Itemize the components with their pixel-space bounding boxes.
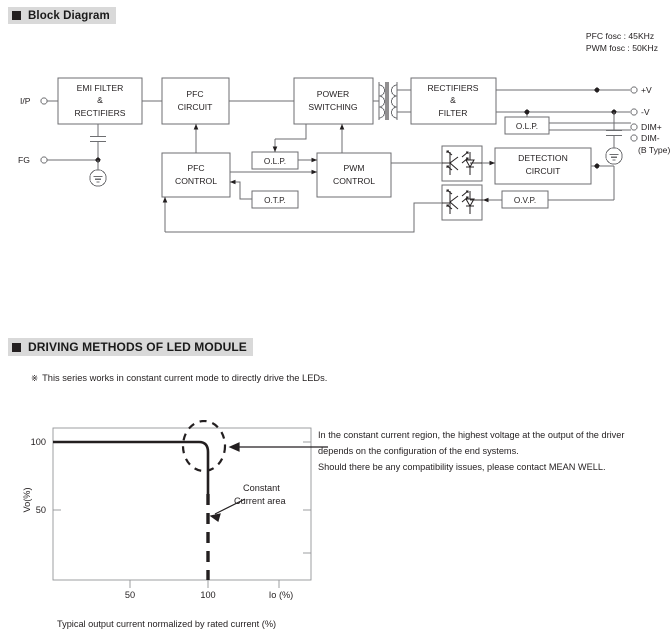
- chart-caption: Typical output current normalized by rat…: [57, 619, 277, 629]
- oscillator-frequency-note: PFC fosc : 45KHz PWM fosc : 50KHz: [586, 30, 658, 55]
- terminal-label-plus-v: +V: [641, 85, 652, 95]
- block-label-emi-line3: RECTIFIERS: [74, 108, 125, 118]
- block-pfc-circuit: [161, 77, 230, 125]
- terminal-label-ip: I/P: [20, 96, 31, 106]
- terminal-label-b-type-note: (B Type): [638, 145, 670, 155]
- block-label-power-switching-line1: POWER: [317, 89, 349, 99]
- block-label-pfc-circuit-line2: CIRCUIT: [178, 102, 214, 112]
- block-label-pfc-control-line1: PFC: [187, 163, 204, 173]
- datasheet-page: Block Diagram PFC fosc : 45KHz PWM fosc …: [0, 0, 670, 641]
- ytick-label-50: 50: [36, 505, 46, 515]
- terminal-minus-v: [630, 108, 638, 116]
- section-title-block-diagram: Block Diagram: [28, 9, 110, 22]
- explanation-line-1: In the constant current region, the high…: [318, 430, 625, 440]
- terminal-label-fg: FG: [18, 155, 30, 165]
- block-label-emi-line1: EMI FILTER: [77, 83, 124, 93]
- cc-area-label-line1: Constant: [243, 483, 280, 493]
- block-label-emi-line2: &: [97, 95, 103, 105]
- block-label-rectifiers-line2: &: [450, 95, 456, 105]
- block-label-rectifiers-line3: FILTER: [439, 108, 468, 118]
- terminal-plus-v: [630, 86, 638, 94]
- block-label-otp: O.T.P.: [264, 196, 286, 205]
- block-label-olp-left: O.L.P.: [264, 157, 286, 166]
- chart-ylabel: Vo(%): [22, 487, 32, 512]
- xtick-label-50: 50: [125, 590, 135, 600]
- block-pwm-control: [316, 152, 392, 198]
- block-pfc-control: [161, 152, 231, 198]
- block-label-olp-right: O.L.P.: [516, 122, 538, 131]
- ytick-label-100: 100: [31, 437, 46, 447]
- cc-area-label-line2: Current area: [234, 496, 286, 506]
- explanation-line-2: depends on the configuration of the end …: [318, 445, 519, 456]
- square-bullet-icon: [12, 11, 21, 20]
- vi-curve-chart: 100 50 50 100 Io (%) Vo(%) Constant Curr…: [22, 420, 328, 600]
- pfc-fosc-label: PFC fosc : 45KHz: [585, 31, 655, 41]
- terminal-label-dim-minus: DIM-: [641, 133, 660, 143]
- block-label-detection-line1: DETECTION: [518, 153, 568, 163]
- reference-mark-icon: ※: [31, 373, 39, 383]
- section-header-driving-methods: DRIVING METHODS OF LED MODULE: [8, 338, 253, 356]
- terminal-label-dim-plus: DIM+: [641, 122, 662, 132]
- terminal-label-minus-v: -V: [641, 107, 650, 117]
- block-label-ovp: O.V.P.: [514, 196, 536, 205]
- explanation-line-3: Should there be any compatibility issues…: [318, 461, 606, 472]
- block-label-pfc-control-line2: CONTROL: [175, 176, 217, 186]
- block-label-detection-line2: CIRCUIT: [526, 166, 562, 176]
- block-label-pfc-circuit-line1: PFC: [186, 89, 203, 99]
- driving-mode-note-text: This series works in constant current mo…: [42, 373, 328, 383]
- xtick-label-100: 100: [200, 590, 215, 600]
- block-label-pwm-control-line2: CONTROL: [333, 176, 375, 186]
- constant-current-explanation: In the constant current region, the high…: [318, 428, 662, 475]
- block-label-power-switching-line2: SWITCHING: [308, 102, 357, 112]
- section-title-driving-methods: DRIVING METHODS OF LED MODULE: [28, 340, 247, 354]
- block-diagram-figure: EMI FILTER & RECTIFIERS PFC CIRCUIT POWE…: [18, 77, 670, 233]
- terminal-dim-plus: [630, 123, 638, 131]
- terminal-fg: [40, 156, 48, 164]
- block-power-switching: [293, 77, 374, 125]
- section-header-block-diagram: Block Diagram: [8, 7, 116, 24]
- block-label-rectifiers-line1: RECTIFIERS: [427, 83, 478, 93]
- pwm-fosc-label: PWM fosc : 50KHz: [585, 43, 658, 54]
- terminal-dim-minus: [630, 134, 638, 142]
- terminal-ip: [40, 97, 48, 105]
- square-bullet-icon: [12, 342, 21, 352]
- driving-mode-note: ※ This series works in constant current m…: [31, 373, 327, 384]
- block-label-pwm-control-line1: PWM: [343, 163, 364, 173]
- chart-xlabel: Io (%): [269, 590, 294, 600]
